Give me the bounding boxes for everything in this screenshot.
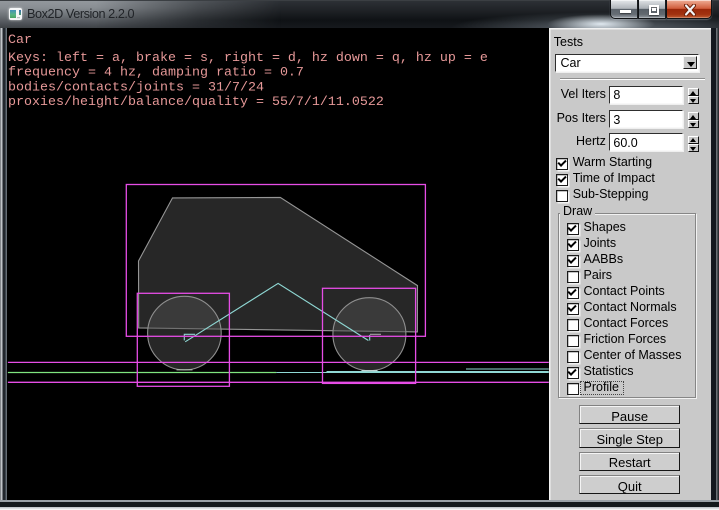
svg-text:proxies/height/balance/quality: proxies/height/balance/quality = 55/7/1/… — [8, 95, 384, 110]
svg-text:Keys: left = a, brake = s, rig: Keys: left = a, brake = s, right = d, hz… — [8, 51, 488, 66]
svg-text:bodies/contacts/joints = 31/7/: bodies/contacts/joints = 31/7/24 — [8, 80, 264, 95]
svg-text:Car: Car — [8, 33, 32, 48]
svg-text:frequency = 4 hz, damping rati: frequency = 4 hz, damping ratio = 0.7 — [8, 66, 304, 81]
